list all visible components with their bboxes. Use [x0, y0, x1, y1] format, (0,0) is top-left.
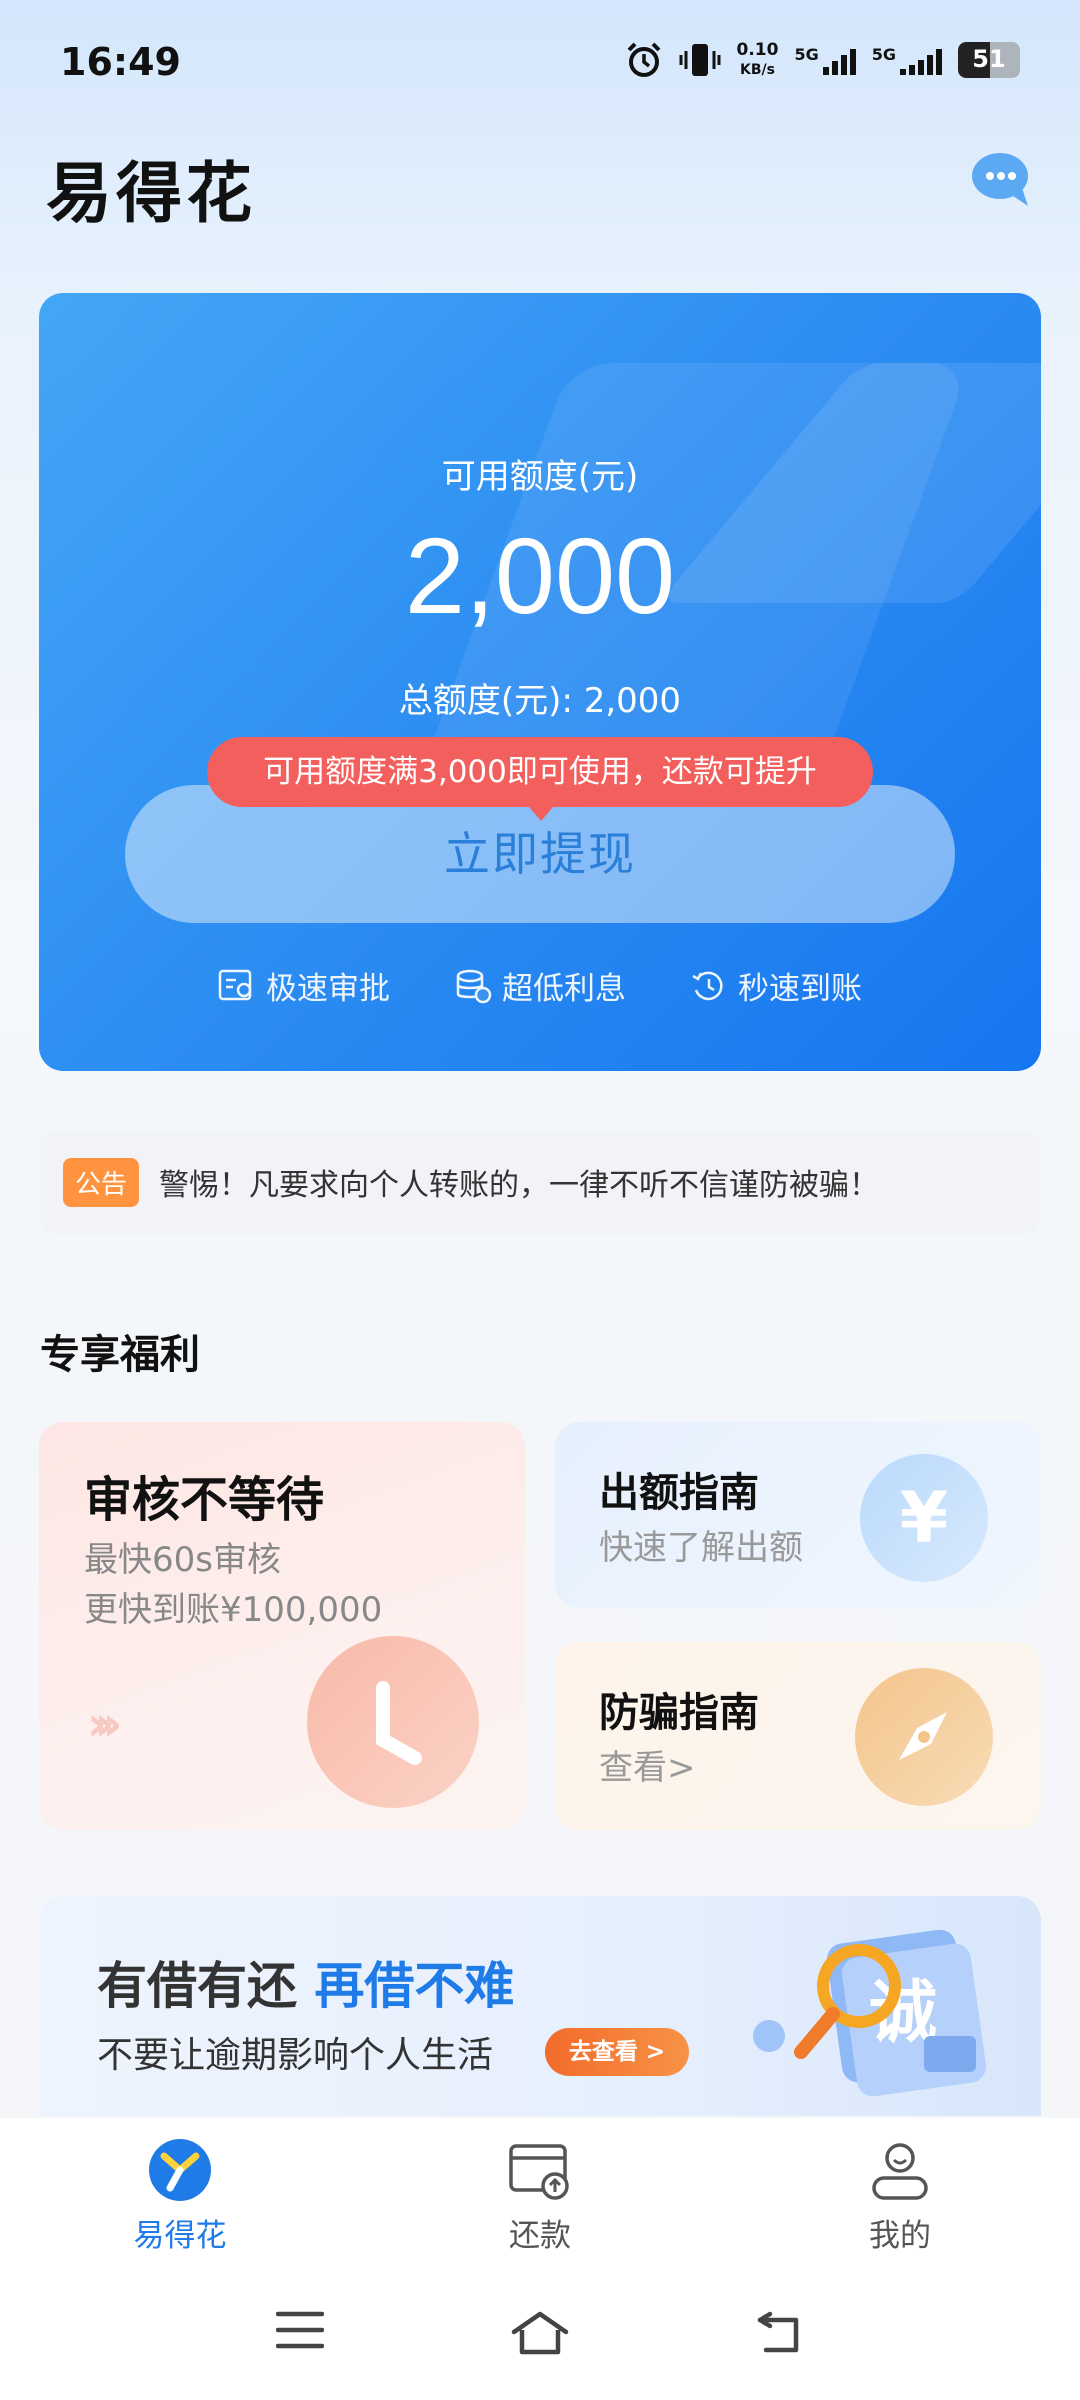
feature-fast-approval: 极速审批 — [218, 963, 390, 1008]
clock-icon — [307, 1636, 479, 1808]
status-icons: 0.10 KB/s 5G 5G 51 — [625, 40, 1020, 80]
approval-icon — [218, 969, 252, 1000]
status-bar: 16:49 0.10 KB/s 5G 5G 51 — [0, 0, 1080, 130]
feature-instant-arrival: 秒速到账 — [690, 963, 862, 1008]
available-credit-amount: 2,000 — [404, 515, 676, 636]
battery-level: 51 — [972, 45, 1006, 73]
yen-icon: ¥ — [860, 1454, 988, 1582]
network-speed: 0.10 KB/s — [737, 40, 779, 80]
system-navigation-bar — [0, 2268, 1080, 2400]
profile-icon — [872, 2143, 928, 2200]
status-time: 16:49 — [60, 40, 181, 84]
alarm-icon — [627, 42, 660, 77]
fraud-card-link[interactable]: 查看> — [599, 1740, 696, 1789]
back-icon[interactable] — [756, 2310, 806, 2354]
nav-label-home: 易得花 — [133, 2218, 227, 2254]
signal-2: 5G — [872, 45, 942, 75]
notice-text: 警惕！凡要求向个人转账的，一律不听不信谨防被骗！ — [159, 1168, 880, 1203]
signal-1: 5G — [794, 45, 856, 75]
repay-icon — [509, 2144, 569, 2200]
home-logo-icon — [149, 2139, 211, 2201]
feature-low-interest: 超低利息 — [454, 963, 626, 1008]
notice-bar[interactable]: 公告 警惕！凡要求向个人转账的，一律不听不信谨防被骗！ — [39, 1130, 1041, 1234]
bottom-nav: 易得花 还款 我的 — [0, 2118, 1080, 2268]
nav-label-profile: 我的 — [869, 2218, 931, 2254]
speed-value: 0.10 — [736, 40, 779, 60]
anti-fraud-guide-card[interactable]: 防骗指南 查看> — [555, 1642, 1041, 1830]
credit-tip-bubble: 可用额度满3,000即可使用，还款可提升 — [207, 737, 873, 821]
customer-service-chat-icon[interactable] — [970, 150, 1034, 210]
speed-unit: KB/s — [740, 62, 775, 78]
feature-label: 超低利息 — [502, 971, 626, 1007]
vibrate-icon — [679, 44, 721, 76]
available-credit-label: 可用额度(元) — [441, 457, 639, 497]
clock-refresh-icon — [692, 971, 723, 1000]
total-credit-label: 总额度(元): 2,000 — [398, 681, 682, 721]
promo-banner[interactable]: 有借有还 再借不难 不要让逾期影响个人生活 去查看 > 诚 — [39, 1896, 1041, 2116]
credit-card: 可用额度(元) 2,000 总额度(元): 2,000 立即提现 可用额度满3,… — [39, 293, 1041, 1071]
nav-label-repay: 还款 — [509, 2218, 571, 2254]
app-title: 易得花 — [46, 155, 256, 232]
banner-heading: 有借有还 再借不难 — [97, 1946, 514, 2018]
notice-tag: 公告 — [63, 1157, 140, 1207]
credit-guide-card[interactable]: 出额指南 快速了解出额 ¥ — [555, 1422, 1041, 1608]
compass-icon — [855, 1668, 993, 1806]
banner-subtitle: 不要让逾期影响个人生活 — [97, 2035, 494, 2076]
coins-icon — [456, 969, 492, 1003]
feature-list: 极速审批 超低利息 秒速到账 — [39, 963, 1041, 1008]
review-benefit-card[interactable]: 审核不等待 最快60s审核 更快到账¥100,000 ››› — [39, 1422, 525, 1830]
nav-item-profile[interactable]: 我的 — [720, 2118, 1080, 2268]
review-card-line2: 更快到账¥100,000 — [84, 1590, 383, 1630]
guide-card-subtitle: 快速了解出额 — [599, 1528, 803, 1568]
network-type-2: 5G — [871, 45, 896, 64]
chevrons-icon: ››› — [87, 1696, 123, 1752]
banner-heading-text: 有借有还 — [97, 1957, 297, 2015]
nav-item-home[interactable]: 易得花 — [0, 2118, 360, 2268]
credit-magnifier-illustration: 诚 — [753, 1929, 987, 2097]
guide-card-title: 出额指南 — [599, 1470, 759, 1516]
banner-heading-highlight: 再借不难 — [314, 1957, 515, 2015]
network-type-1: 5G — [794, 45, 819, 64]
signal-bars-icon — [822, 45, 856, 75]
benefits-title: 专享福利 — [40, 1332, 200, 1378]
home-icon[interactable] — [510, 2310, 570, 2356]
banner-view-button[interactable]: 去查看 > — [545, 2028, 689, 2076]
nav-item-repay[interactable]: 还款 — [360, 2118, 720, 2268]
feature-label: 秒速到账 — [738, 971, 862, 1007]
fraud-card-title: 防骗指南 — [599, 1690, 759, 1736]
signal-bars-icon — [900, 45, 942, 75]
review-card-line1: 最快60s审核 — [84, 1540, 281, 1580]
review-card-title: 审核不等待 — [84, 1472, 325, 1528]
feature-label: 极速审批 — [266, 971, 390, 1007]
battery-icon: 51 — [958, 42, 1020, 78]
menu-icon[interactable] — [276, 2310, 324, 2350]
